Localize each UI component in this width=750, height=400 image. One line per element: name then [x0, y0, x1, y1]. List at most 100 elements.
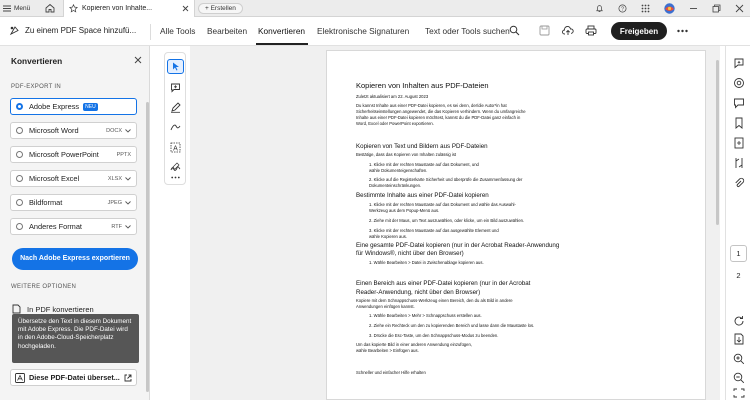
- paperclip-icon: [734, 177, 744, 187]
- freehand-icon: [170, 124, 181, 131]
- help-icon[interactable]: ?: [618, 4, 627, 13]
- highlight-tool[interactable]: [167, 100, 184, 115]
- fit-page-button[interactable]: [732, 386, 745, 399]
- search-tools-label[interactable]: Text oder Tools suchen: [425, 26, 510, 36]
- comments-button[interactable]: [732, 96, 745, 109]
- close-panel-icon[interactable]: [134, 56, 142, 64]
- upload-cloud-icon[interactable]: [562, 25, 574, 36]
- tab-convert[interactable]: Konvertieren: [258, 26, 305, 36]
- toolbar-divider: [150, 24, 151, 40]
- save-icon[interactable]: [539, 25, 550, 36]
- text-tool[interactable]: A: [167, 140, 184, 155]
- current-page-indicator[interactable]: 1: [730, 245, 747, 262]
- format-option-excel[interactable]: Microsoft Excel XLSX: [10, 170, 137, 187]
- generative-summary-button[interactable]: [732, 76, 745, 89]
- summary-icon: [733, 77, 744, 88]
- save-page-button[interactable]: [732, 332, 745, 345]
- panel-scrollbar[interactable]: [146, 102, 149, 392]
- title-bar: Menü Kopieren von Inhalte... + Erstellen…: [0, 0, 750, 17]
- apps-grid-icon[interactable]: [641, 4, 650, 13]
- page-down-icon: [734, 333, 743, 344]
- bookmarks-button[interactable]: [732, 116, 745, 129]
- radio[interactable]: [16, 199, 23, 206]
- search-icon[interactable]: [509, 25, 520, 36]
- radio[interactable]: [16, 127, 23, 134]
- minimize-icon[interactable]: [689, 4, 698, 13]
- doc-heading: für Windows®, nicht über den Browser): [356, 250, 464, 257]
- refresh-button[interactable]: [732, 314, 745, 327]
- format-option-image[interactable]: Bildformat JPEG: [10, 194, 137, 211]
- pages-icon: [734, 137, 743, 148]
- star-icon[interactable]: [69, 4, 78, 13]
- pdf-convert-icon: [12, 304, 21, 314]
- radio-selected[interactable]: [16, 103, 23, 110]
- doc-footer: Schneller und einfacher Hilfe erhalten: [356, 370, 426, 375]
- tab-all-tools[interactable]: Alle Tools: [160, 26, 195, 36]
- home-icon[interactable]: [45, 3, 55, 13]
- panel-title: Konvertieren: [11, 56, 63, 66]
- chevron-down-icon[interactable]: [125, 176, 131, 181]
- tab-edit[interactable]: Bearbeiten: [207, 26, 247, 36]
- comment-tool[interactable]: [167, 80, 184, 95]
- cursor-icon: [172, 62, 179, 71]
- chevron-down-icon[interactable]: [125, 128, 131, 133]
- select-tool[interactable]: [167, 59, 184, 74]
- close-tab-icon[interactable]: [182, 5, 189, 12]
- doc-list-item: 3. Drücke die Esc-Taste, um den Schnapps…: [369, 333, 499, 338]
- window-controls: ?: [595, 2, 744, 15]
- radio[interactable]: [16, 175, 23, 182]
- more-tools[interactable]: [167, 171, 184, 183]
- open-external-icon[interactable]: [124, 374, 132, 382]
- tab-e-signatures[interactable]: Elektronische Signaturen: [317, 26, 409, 36]
- radio[interactable]: [16, 223, 23, 230]
- doc-title: Kopieren von Inhalten aus PDF-Dateien: [356, 81, 489, 90]
- print-icon[interactable]: [585, 25, 597, 36]
- hamburger-icon: [3, 5, 11, 12]
- fit-page-icon: [733, 388, 744, 397]
- doc-subtext: Anwendungen einfügen kannst.: [356, 304, 415, 309]
- doc-subtext: wähle Bearbeiten > Einfügen aus.: [356, 348, 419, 353]
- zoom-in-button[interactable]: [732, 352, 745, 365]
- pages-button[interactable]: [732, 136, 745, 149]
- add-to-pdf-space-button[interactable]: Zu einem PDF Space hinzufü...: [9, 25, 136, 36]
- more-dots-icon: [171, 176, 180, 178]
- doc-intro-line: Word, Excel oder PowerPoint exportieren.: [356, 121, 434, 126]
- ai-assistant-button[interactable]: [732, 56, 745, 69]
- attachments-button[interactable]: [732, 176, 745, 189]
- compare-button[interactable]: [732, 156, 745, 169]
- avatar-icon[interactable]: [664, 3, 675, 14]
- chevron-down-icon[interactable]: [125, 200, 131, 205]
- doc-subtext: Bestätige, dass das Kopieren von Inhalte…: [356, 152, 457, 157]
- format-option-other[interactable]: Anderes Format RTF: [10, 218, 137, 235]
- close-window-icon[interactable]: [735, 4, 744, 13]
- format-option-powerpoint[interactable]: Microsoft PowerPoint PPTX: [10, 146, 137, 163]
- chevron-down-icon[interactable]: [125, 224, 131, 229]
- document-scrollbar[interactable]: [716, 60, 719, 225]
- draw-tool[interactable]: [167, 120, 184, 135]
- doc-list-item: 1. Wähle Bearbeiten > Mehr > Schnappschu…: [369, 313, 482, 318]
- main-toolbar: Zu einem PDF Space hinzufü... Alle Tools…: [0, 17, 750, 46]
- doc-list-item: 3. Klicke mit der rechten Maustaste auf …: [369, 228, 499, 233]
- right-rail: 1 2: [725, 46, 750, 400]
- export-section-header: PDF-EXPORT IN: [11, 84, 62, 90]
- notifications-bell-icon[interactable]: [595, 4, 604, 13]
- format-option-adobe-express[interactable]: Adobe Express NEU: [10, 98, 137, 115]
- create-button[interactable]: + Erstellen: [198, 3, 243, 14]
- zoom-out-button[interactable]: [732, 371, 745, 384]
- export-to-adobe-express-button[interactable]: Nach Adobe Express exportieren: [12, 248, 138, 270]
- document-tab[interactable]: Kopieren von Inhalte...: [63, 0, 195, 17]
- comment-icon: [733, 98, 744, 109]
- format-extension: DOCX: [106, 127, 122, 134]
- format-option-word[interactable]: Microsoft Word DOCX: [10, 122, 137, 139]
- share-button[interactable]: Freigeben: [611, 22, 667, 40]
- convert-to-pdf-option[interactable]: In PDF konvertieren: [12, 304, 94, 314]
- menu-button[interactable]: Menü: [3, 3, 30, 14]
- more-options-icon[interactable]: [677, 29, 688, 33]
- new-badge: NEU: [83, 102, 98, 111]
- doc-list-item: 2. Klicke auf die Registerkarte Sicherhe…: [369, 177, 523, 182]
- doc-list-item: Werkzeug aus dem Popup-Menü aus.: [369, 208, 440, 213]
- doc-heading: Bestimmte Inhalte aus einer PDF-Datei ko…: [356, 192, 489, 199]
- translate-pdf-option[interactable]: Diese PDF-Datei überset...: [10, 369, 137, 386]
- radio[interactable]: [16, 151, 23, 158]
- restore-icon[interactable]: [712, 4, 721, 13]
